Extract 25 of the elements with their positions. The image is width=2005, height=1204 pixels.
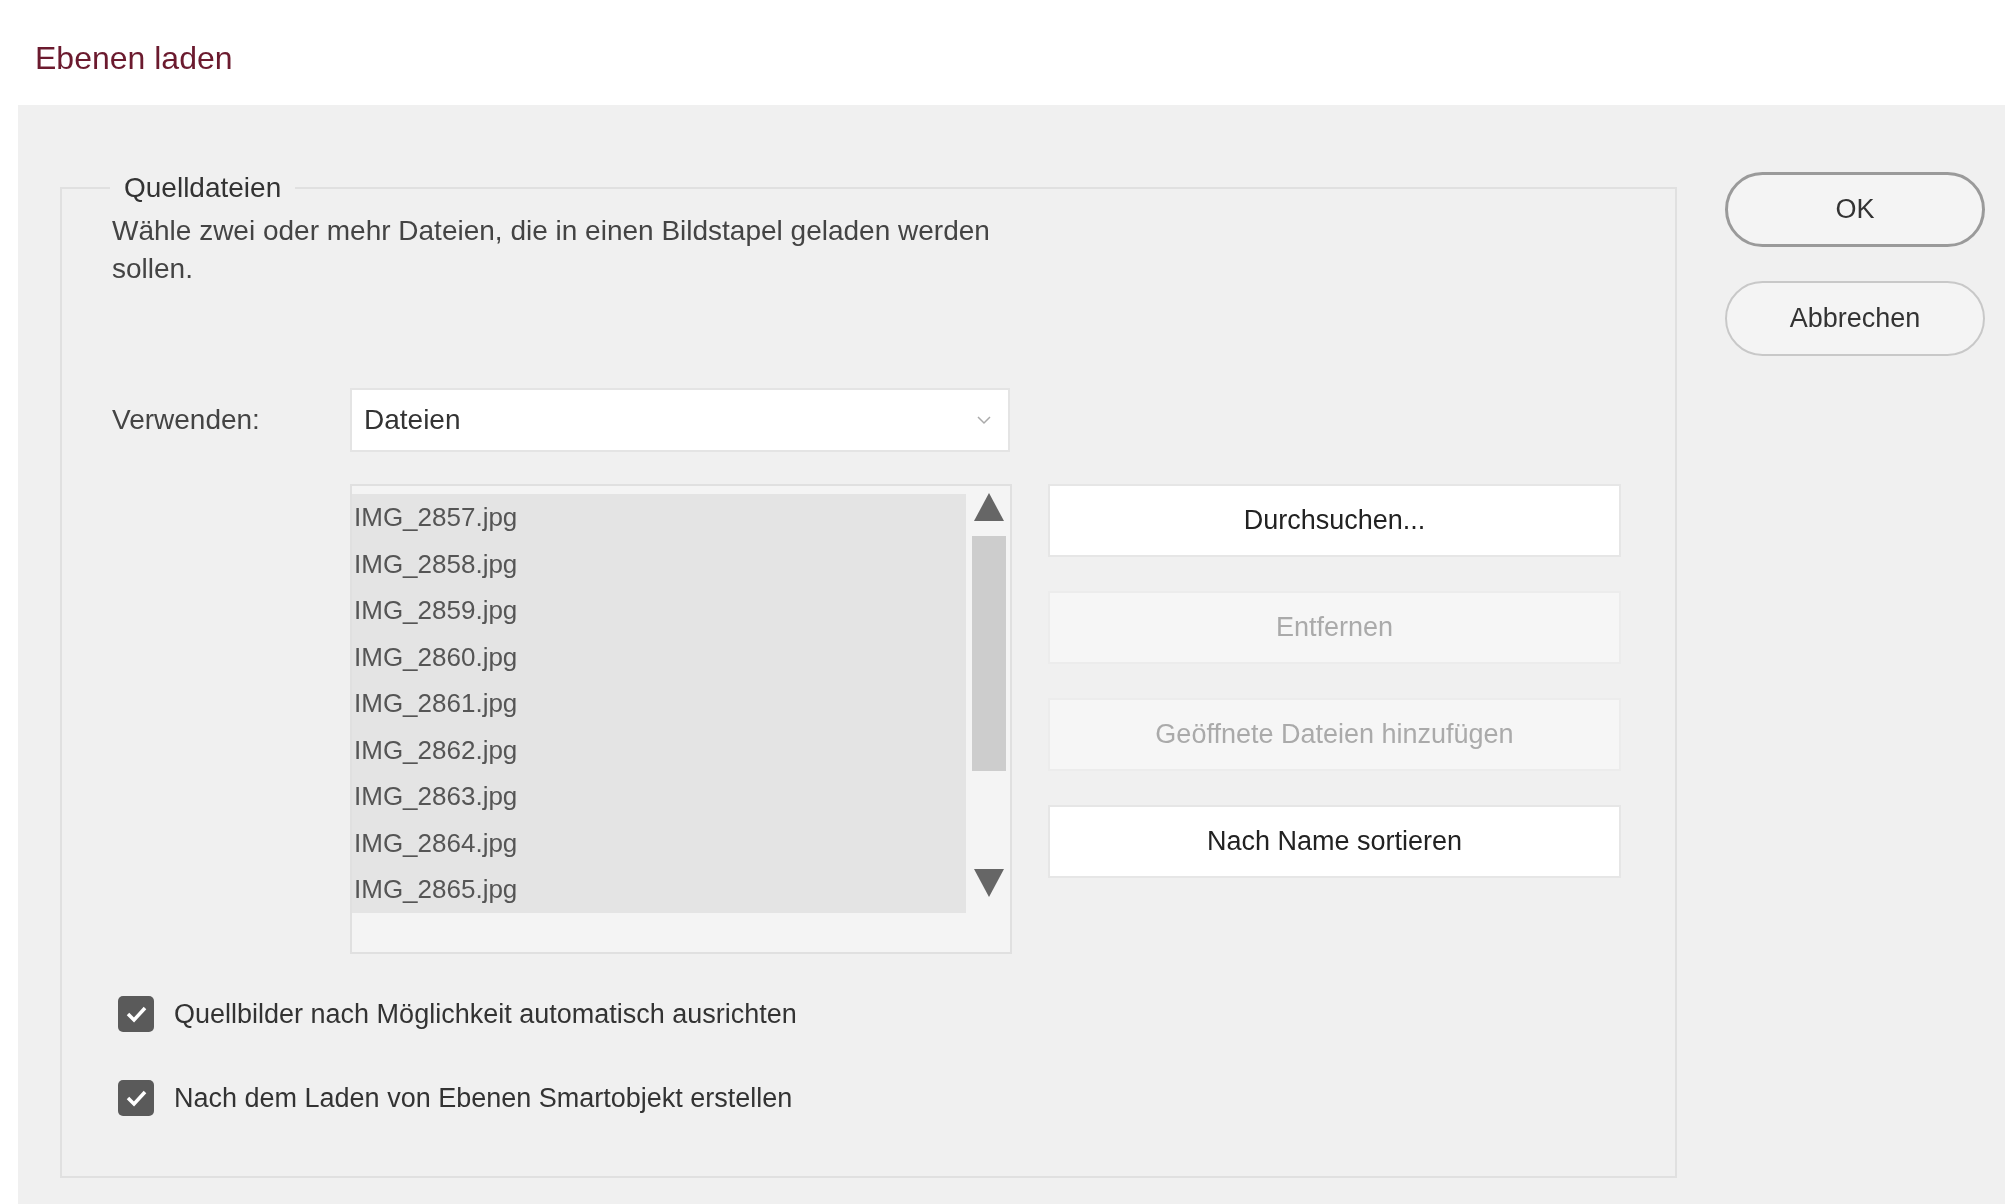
file-item[interactable]: IMG_2865.jpg [352,866,966,913]
file-item[interactable]: IMG_2859.jpg [352,587,966,634]
option-label: Quellbilder nach Möglichkeit automatisch ausrichten [174,998,797,1030]
ok-button[interactable]: OK [1725,172,1985,247]
dialog-title: Ebenen laden [35,40,233,76]
use-label: Verwenden: [112,404,261,436]
file-item[interactable]: IMG_2860.jpg [352,633,966,680]
file-item[interactable]: IMG_2862.jpg [352,726,966,773]
file-item[interactable]: IMG_2861.jpg [352,680,966,727]
action-button[interactable]: Durchsuchen... [1048,484,1621,557]
option-label: Nach dem Laden von Ebenen Smartobjekt erstellen [174,1082,793,1114]
scroll-thumb[interactable] [972,536,1006,771]
checkbox[interactable] [118,1080,154,1116]
use-dropdown[interactable]: Dateien [350,388,1010,452]
checkbox[interactable] [118,996,154,1032]
file-list[interactable]: IMG_2857.jpg IMG_2858.jpg IMG_2859.jpg IMG_2860.jpg IMG_2861.jpg IMG_2862.jpg IMG_2863.jpg IMG_2864.jpg IMG_2865.jpg [350,484,1012,954]
cancel-button[interactable]: Abbrechen [1725,281,1985,356]
file-item[interactable]: IMG_2857.jpg [352,494,966,541]
file-item[interactable]: IMG_2858.jpg [352,540,966,587]
file-item[interactable]: IMG_2863.jpg [352,773,966,820]
group-legend: Quelldateien [110,172,296,204]
chevron-down-icon [976,415,992,425]
action-button[interactable]: Nach Name sortieren [1048,805,1621,878]
description-text: Wähle zwei oder mehr Dateien, die in einen Bildstapel geladen werden sollen. [112,214,991,286]
file-item[interactable]: IMG_2864.jpg [352,819,966,866]
